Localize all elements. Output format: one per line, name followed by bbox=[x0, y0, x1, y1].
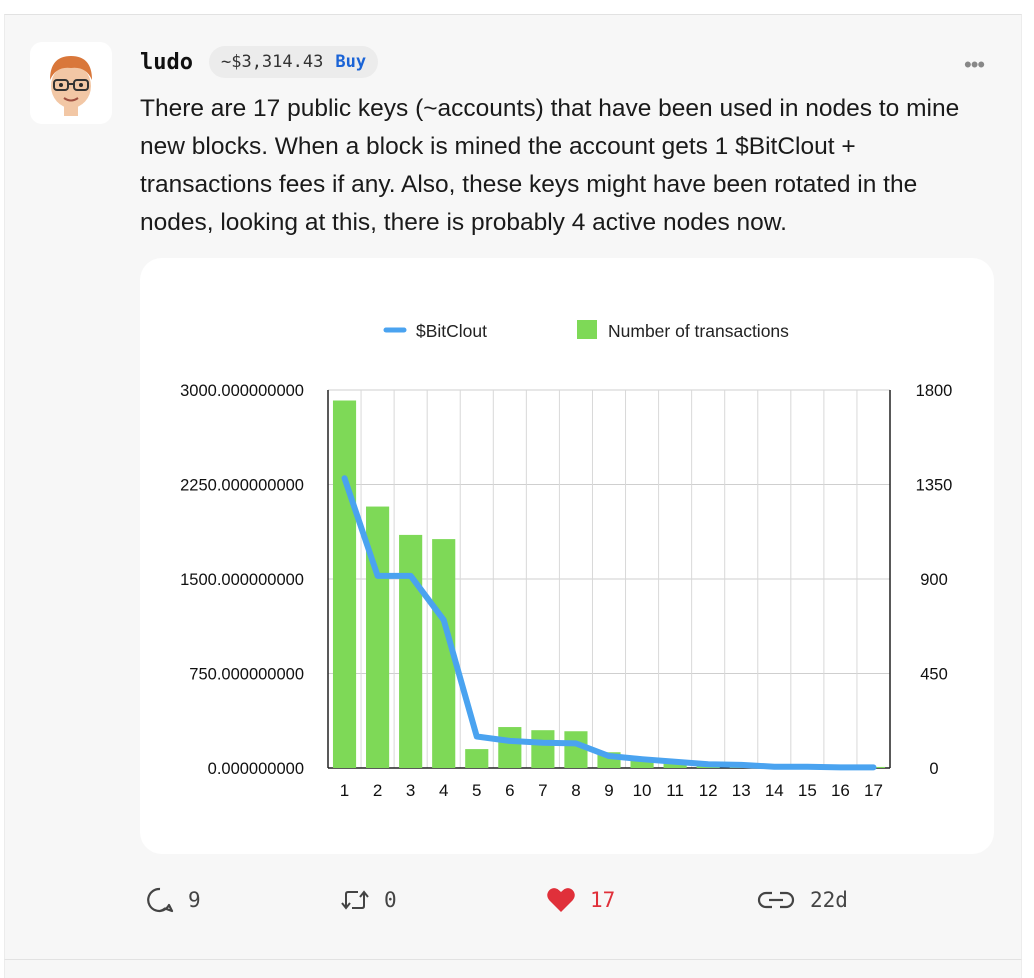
x-tick-label: 11 bbox=[666, 781, 684, 800]
bar bbox=[399, 534, 423, 768]
chart-image[interactable]: 3000.000000000 2250.000000000 1500.0000000… bbox=[140, 258, 994, 854]
buy-button[interactable]: Buy bbox=[335, 52, 366, 72]
legend-label-transactions: Number of transactions bbox=[608, 321, 789, 341]
coin-price: ~$3,314.43 bbox=[220, 52, 324, 72]
post-header: ludo ~$3,314.43 Buy bbox=[140, 46, 379, 78]
y-right-tick-label: 1800 bbox=[916, 382, 953, 400]
x-tick-label: 15 bbox=[798, 781, 817, 800]
x-tick-label: 3 bbox=[406, 781, 415, 800]
bar bbox=[531, 730, 555, 768]
permalink-button[interactable]: 22d bbox=[756, 880, 848, 920]
x-tick-label: 5 bbox=[472, 781, 481, 800]
like-button[interactable]: 17 bbox=[546, 880, 615, 920]
x-tick-label: 1 bbox=[340, 781, 349, 800]
y-left-tick-label: 0.000000000 bbox=[208, 760, 304, 778]
comment-button[interactable]: 9 bbox=[146, 880, 201, 920]
post-age: 22d bbox=[810, 888, 848, 912]
y-right-tick-label: 1350 bbox=[916, 477, 953, 495]
reclout-count: 0 bbox=[384, 888, 397, 912]
like-count: 17 bbox=[590, 888, 616, 912]
link-icon bbox=[757, 891, 795, 909]
x-tick-label: 12 bbox=[699, 781, 718, 800]
post-actions: 9 0 17 22d bbox=[140, 880, 900, 920]
y-left-tick-label: 1500.000000000 bbox=[180, 571, 304, 589]
y-right-tick-label: 900 bbox=[920, 571, 948, 589]
line-series-bitclout bbox=[341, 475, 877, 771]
username[interactable]: ludo bbox=[140, 50, 193, 75]
x-tick-label: 7 bbox=[538, 781, 547, 800]
comment-count: 9 bbox=[188, 888, 201, 912]
y-left-tick-label: 2250.000000000 bbox=[180, 477, 304, 495]
x-tick-label: 14 bbox=[765, 781, 784, 800]
x-tick-label: 9 bbox=[604, 781, 613, 800]
bar bbox=[332, 400, 357, 768]
legend-label-bitclout: $BitClout bbox=[416, 321, 487, 341]
y-right-tick-label: 0 bbox=[929, 760, 938, 778]
reclout-icon bbox=[341, 890, 369, 910]
x-tick-label: 2 bbox=[373, 781, 382, 800]
x-tick-label: 6 bbox=[505, 781, 514, 800]
x-tick-label: 8 bbox=[571, 781, 580, 800]
heart-icon bbox=[547, 888, 575, 912]
next-post-card bbox=[4, 960, 1022, 978]
bar bbox=[465, 749, 489, 768]
y-left-tick-label: 750.000000000 bbox=[189, 666, 304, 684]
memoji-avatar-icon bbox=[50, 56, 92, 116]
x-tick-label: 13 bbox=[732, 781, 751, 800]
reclout-button[interactable]: 0 bbox=[340, 880, 397, 920]
y-right-tick-label: 450 bbox=[920, 666, 948, 684]
x-tick-label: 10 bbox=[633, 781, 652, 800]
legend-swatch-transactions bbox=[577, 320, 597, 339]
x-tick-label: 16 bbox=[831, 781, 850, 800]
post-body: There are 17 public keys (~accounts) tha… bbox=[140, 95, 960, 236]
x-tick-label: 4 bbox=[439, 781, 448, 800]
bar bbox=[498, 727, 522, 768]
comment-icon bbox=[147, 887, 174, 913]
x-tick-label: 17 bbox=[864, 781, 883, 800]
coin-price-badge[interactable]: ~$3,314.43 Buy bbox=[208, 46, 379, 78]
combo-chart: 3000.0000000002250.0000000001500.0000000… bbox=[180, 320, 953, 800]
y-left-tick-label: 3000.000000000 bbox=[180, 382, 304, 400]
avatar[interactable] bbox=[30, 42, 112, 124]
more-options-icon[interactable]: ••• bbox=[964, 52, 985, 78]
